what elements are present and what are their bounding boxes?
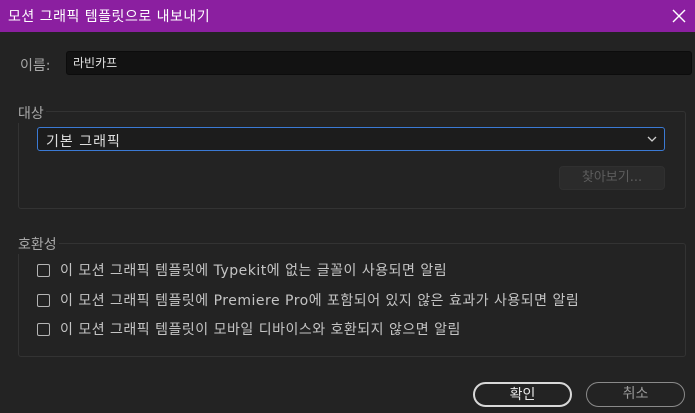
compat-option-premiere[interactable]: 이 모션 그래픽 템플릿에 Premiere Pro에 포함되어 있지 않은 효… [37, 291, 579, 309]
compatibility-group-title: 호환성 [18, 234, 59, 254]
destination-select-value: 기본 그래픽 [46, 134, 121, 150]
destination-group [18, 111, 686, 209]
destination-group-title: 대상 [18, 103, 46, 123]
compat-option-label: 이 모션 그래픽 템플릿에 Premiere Pro에 포함되어 있지 않은 효… [60, 293, 580, 309]
window-title: 모션 그래픽 템플릿으로 내보내기 [8, 9, 211, 25]
checkbox[interactable] [37, 322, 50, 336]
close-button[interactable] [663, 0, 695, 32]
title-bar: 모션 그래픽 템플릿으로 내보내기 [0, 0, 695, 32]
compat-option-label: 이 모션 그래픽 템플릿에 Typekit에 없는 글꼴이 사용되면 알림 [60, 263, 448, 279]
ok-button[interactable]: 확인 [473, 382, 572, 407]
destination-select[interactable]: 기본 그래픽 [37, 127, 665, 151]
compat-option-mobile[interactable]: 이 모션 그래픽 템플릿이 모바일 디바이스와 호환되지 않으면 알림 [37, 320, 461, 338]
name-input[interactable]: 라빈카프 [66, 51, 692, 75]
name-label: 이름: [20, 58, 51, 74]
compat-option-label: 이 모션 그래픽 템플릿이 모바일 디바이스와 호환되지 않으면 알림 [60, 322, 461, 338]
checkbox[interactable] [37, 293, 50, 307]
cancel-button[interactable]: 취소 [586, 382, 685, 407]
compat-option-typekit[interactable]: 이 모션 그래픽 템플릿에 Typekit에 없는 글꼴이 사용되면 알림 [37, 261, 447, 279]
chevron-down-icon [647, 136, 657, 142]
browse-button[interactable]: 찾아보기... [559, 166, 665, 190]
close-icon [672, 9, 686, 23]
checkbox[interactable] [37, 263, 50, 277]
